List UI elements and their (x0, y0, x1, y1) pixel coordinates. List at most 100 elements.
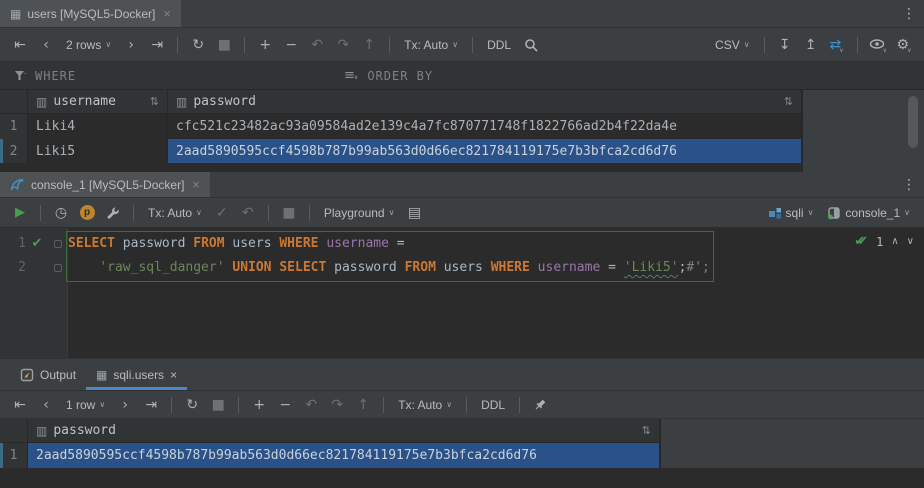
separator (764, 37, 765, 53)
separator (133, 205, 134, 221)
ddl-button[interactable]: DDL (481, 34, 517, 56)
tab-result-grid[interactable]: ▦ sqli.users × (86, 359, 187, 390)
redo-icon: ↷ (325, 394, 349, 416)
column-header-password[interactable]: ▥ password ⇅ (28, 419, 660, 442)
tx-mode-dropdown[interactable]: Tx: Auto ∨ (392, 394, 458, 416)
separator (309, 205, 310, 221)
next-result-icon[interactable]: ∨ (907, 236, 914, 247)
column-header-password[interactable]: ▥ password ⇅ (168, 90, 802, 113)
refresh-icon[interactable]: ↻ (186, 34, 210, 56)
delete-row-icon[interactable]: − (279, 34, 303, 56)
top-tab-bar: ▦ users [MySQL5-Docker] × ⋮ (0, 0, 924, 28)
wrench-settings-icon[interactable] (101, 202, 125, 224)
vertical-scrollbar[interactable] (908, 96, 918, 148)
table-row-selected[interactable]: 1 2aad5890595ccf4598b787b99ab563d0d66ec8… (0, 443, 660, 468)
add-row-icon[interactable]: + (247, 394, 271, 416)
console-tab-bar: console_1 [MySQL5-Docker] × ⋮ (0, 172, 924, 198)
tx-mode-dropdown[interactable]: Tx: Auto ∨ (142, 202, 208, 224)
first-page-icon[interactable]: ⇤ (8, 34, 32, 56)
cell-username[interactable]: Liki4 (28, 114, 168, 139)
row-number: 1 (0, 114, 28, 139)
refresh-icon[interactable]: ↻ (180, 394, 204, 416)
sql-editor[interactable]: 1 ✔ SELECT password FROM users WHERE use… (0, 228, 924, 358)
order-by-placeholder: ORDER BY (367, 69, 433, 83)
line-number: 1 (0, 232, 26, 256)
compare-icon[interactable]: ⇄∨ (825, 34, 849, 56)
export-format-dropdown[interactable]: CSV ∨ (709, 34, 756, 56)
separator (171, 397, 172, 413)
history-clock-icon[interactable]: ◷ (49, 202, 73, 224)
tab-result-label: sqli.users (113, 368, 164, 382)
separator (383, 397, 384, 413)
tab-users-label: users [MySQL5-Docker] (27, 7, 155, 21)
tab-output-label: Output (40, 368, 76, 382)
delete-row-icon[interactable]: − (273, 394, 297, 416)
run-play-icon[interactable]: ▶ (8, 202, 32, 224)
parameters-icon[interactable]: p (75, 202, 99, 224)
sql-code-line[interactable]: SELECT password FROM users WHERE usernam… (68, 232, 405, 256)
chevron-down-icon: ∨ (99, 400, 105, 409)
first-page-icon[interactable]: ⇤ (8, 394, 32, 416)
sort-icon[interactable]: ⇅ (784, 95, 793, 108)
cell-username[interactable]: Liki5 (28, 139, 168, 163)
playground-dropdown[interactable]: Playground ∨ (318, 202, 401, 224)
cell-password-selected[interactable]: 2aad5890595ccf4598b787b99ab563d0d66ec821… (28, 443, 660, 468)
rows-count-label: 2 rows (66, 38, 101, 52)
cell-password[interactable]: cfc521c23482ac93a09584ad2e139c4a7fc87077… (168, 114, 802, 139)
add-row-icon[interactable]: + (253, 34, 277, 56)
table-view-icon[interactable]: ▤ (402, 202, 426, 224)
export-download-icon[interactable]: ↧ (773, 34, 797, 56)
page-size-dropdown[interactable]: 2 rows ∨ (60, 34, 117, 56)
last-page-icon[interactable]: ⇥ (145, 34, 169, 56)
column-header-label: password (193, 94, 256, 109)
separator (519, 397, 520, 413)
tab-output[interactable]: Output (10, 359, 86, 390)
previous-page-icon[interactable]: ‹ (34, 394, 58, 416)
pin-icon[interactable] (528, 394, 552, 416)
kebab-menu-icon[interactable]: ⋮ (902, 172, 916, 197)
column-header-username[interactable]: ▥ username ⇅ (28, 90, 168, 113)
tab-users-table[interactable]: ▦ users [MySQL5-Docker] × (0, 0, 181, 27)
chevron-down-icon: ∨ (105, 40, 111, 49)
where-placeholder: WHERE (35, 69, 76, 83)
tab-console-label: console_1 [MySQL5-Docker] (31, 178, 184, 192)
fold-marker-icon[interactable] (48, 232, 68, 256)
table-row-selected[interactable]: 2 Liki5 2aad5890595ccf4598b787b99ab563d0… (0, 139, 802, 163)
chevron-down-icon: ∨ (389, 208, 395, 217)
session-dropdown[interactable]: console_1 ∨ (821, 202, 916, 224)
sort-icon[interactable]: ⇅ (642, 424, 651, 437)
ddl-button[interactable]: DDL (475, 394, 511, 416)
settings-gear-icon[interactable]: ⚙∨ (892, 34, 916, 56)
tab-console[interactable]: console_1 [MySQL5-Docker] × (0, 172, 210, 197)
sort-icon[interactable]: ⇅ (150, 95, 159, 108)
sql-code-line[interactable]: 'raw_sql_danger' UNION SELECT password F… (68, 256, 710, 280)
separator (472, 37, 473, 53)
search-icon[interactable] (519, 34, 543, 56)
close-icon[interactable]: × (163, 6, 171, 21)
cell-password-selected[interactable]: 2aad5890595ccf4598b787b99ab563d0d66ec821… (168, 139, 802, 163)
next-page-icon[interactable]: › (119, 34, 143, 56)
stop-icon: ■ (212, 34, 236, 56)
fold-marker-icon[interactable] (48, 256, 68, 280)
table-row[interactable]: 1 Liki4 cfc521c23482ac93a09584ad2e139c4a… (0, 114, 802, 139)
tx-mode-label: Tx: Auto (398, 398, 442, 412)
import-upload-icon[interactable]: ↥ (799, 34, 823, 56)
selected-row-marker (0, 139, 3, 163)
next-page-icon[interactable]: › (113, 394, 137, 416)
schema-dropdown[interactable]: sqli ∨ (762, 202, 820, 224)
close-icon[interactable]: × (170, 368, 177, 382)
close-icon[interactable]: × (192, 177, 200, 192)
editor-line[interactable]: 2 'raw_sql_danger' UNION SELECT password… (0, 256, 924, 280)
previous-result-icon[interactable]: ∧ (891, 236, 898, 247)
last-page-icon[interactable]: ⇥ (139, 394, 163, 416)
order-by-filter-input[interactable]: ≡ ∨ ORDER BY (330, 68, 433, 83)
row-number-gutter (0, 419, 28, 442)
kebab-menu-icon[interactable]: ⋮ (902, 0, 916, 27)
tx-mode-dropdown[interactable]: Tx: Auto ∨ (398, 34, 464, 56)
view-options-eye-icon[interactable]: ∨ (866, 34, 890, 56)
page-size-dropdown[interactable]: 1 row ∨ (60, 394, 111, 416)
column-icon: ▥ (36, 95, 47, 109)
previous-page-icon[interactable]: ‹ (34, 34, 58, 56)
where-filter-input[interactable]: WHERE (0, 69, 330, 83)
ddl-label: DDL (487, 38, 511, 52)
